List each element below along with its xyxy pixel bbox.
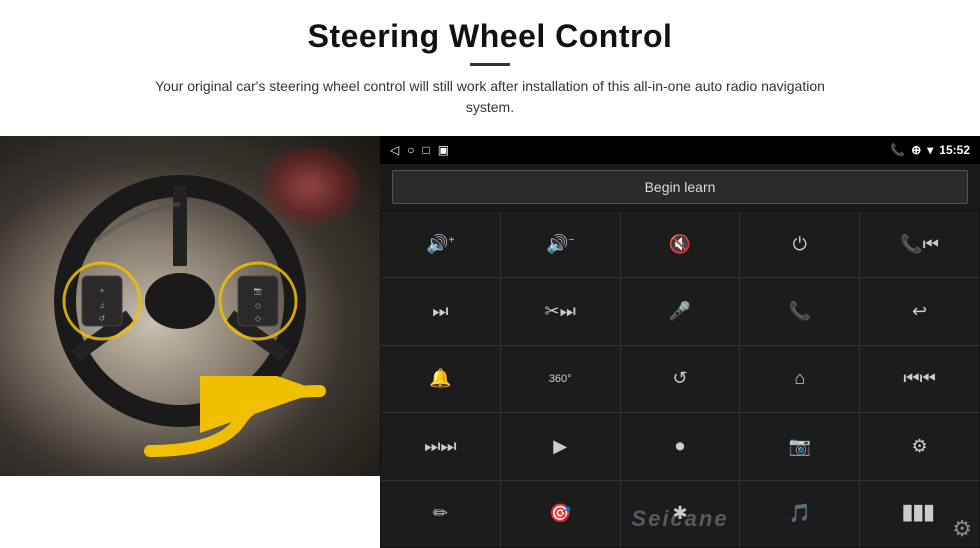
bluetooth-button[interactable]: ✱ [621, 481, 740, 547]
time-display: 15:52 [939, 143, 970, 157]
home-icon: ○ [407, 143, 414, 157]
mute-button[interactable]: 🔇 [621, 211, 740, 277]
rewind-icon: ⏮⏮ [903, 368, 935, 389]
target-button[interactable]: 🎯 [501, 481, 620, 547]
android-screen: ◁ ○ □ ▣ 📞 ⊕ ▾ 15:52 Begin learn [380, 136, 980, 548]
svg-text:♫: ♫ [99, 301, 105, 310]
mute-icon: 🔇 [669, 234, 691, 255]
volume-up-icon: 🔊+ [426, 234, 454, 255]
home-nav-icon: ⌂ [794, 368, 805, 389]
camera-icon: 📷 [789, 436, 811, 457]
gps-icon: ⊕ [911, 143, 921, 157]
settings-ctrl-button[interactable]: ⚙ [860, 413, 979, 479]
prev-end-icon: 📞⏮ [900, 234, 939, 255]
recents-icon: □ [422, 143, 429, 157]
page-title: Steering Wheel Control [60, 18, 920, 55]
edit-icon: ✏ [433, 503, 448, 524]
title-divider [470, 63, 510, 66]
call-icon: 📞 [789, 301, 811, 322]
phone-icon: 📞 [890, 143, 905, 157]
360-button[interactable]: 360° [501, 346, 620, 412]
mic-button[interactable]: 🎤 [621, 278, 740, 344]
begin-learn-bar: Begin learn [380, 164, 980, 210]
navigate-button[interactable]: ▶ [501, 413, 620, 479]
gear-icon[interactable]: ⚙ [952, 516, 972, 542]
back-nav-icon: ↺ [672, 368, 687, 389]
content-area: + ♫ ↺ 📷 ◇ ◇ [0, 136, 980, 548]
svg-text:◇: ◇ [255, 301, 262, 310]
music-settings-button[interactable]: 🎵 [740, 481, 859, 547]
status-left: ◁ ○ □ ▣ [390, 143, 449, 157]
volume-down-button[interactable]: 🔊− [501, 211, 620, 277]
next-button[interactable]: ⏭ [381, 278, 500, 344]
subtitle: Your original car's steering wheel contr… [130, 76, 850, 118]
back-icon: ◁ [390, 143, 399, 157]
settings-ctrl-icon: ⚙ [912, 436, 928, 457]
begin-learn-button[interactable]: Begin learn [392, 170, 968, 204]
skip-button[interactable]: ⏭⏭ [381, 413, 500, 479]
power-icon: ⏻ [793, 234, 807, 255]
hang-up-icon: ↩ [912, 301, 927, 322]
svg-text:📷: 📷 [254, 287, 263, 295]
prev-end-button[interactable]: 📞⏮ [860, 211, 979, 277]
page: Steering Wheel Control Your original car… [0, 0, 980, 548]
next-icon: ⏭ [432, 301, 448, 322]
fast-forward-icon: ✂⏭ [545, 301, 576, 322]
equalizer-icon: ▊▊▊ [903, 505, 935, 522]
wifi-icon: ▾ [927, 143, 933, 157]
power-button[interactable]: ⏻ [740, 211, 859, 277]
volume-down-icon: 🔊− [546, 234, 574, 255]
svg-text:↺: ↺ [99, 314, 106, 323]
alert-button[interactable]: 🔔 [381, 346, 500, 412]
rewind-button[interactable]: ⏮⏮ [860, 346, 979, 412]
home-nav-button[interactable]: ⌂ [740, 346, 859, 412]
svg-text:◇: ◇ [255, 314, 262, 323]
car-image: + ♫ ↺ 📷 ◇ ◇ [0, 136, 380, 476]
360-icon: 360° [549, 373, 572, 385]
edit-button[interactable]: ✏ [381, 481, 500, 547]
status-bar: ◁ ○ □ ▣ 📞 ⊕ ▾ 15:52 [380, 136, 980, 164]
eject-icon: ⏺ [675, 436, 684, 457]
volume-up-button[interactable]: 🔊+ [381, 211, 500, 277]
fast-forward-button[interactable]: ✂⏭ [501, 278, 620, 344]
arrow-svg [140, 376, 340, 466]
eject-button[interactable]: ⏺ [621, 413, 740, 479]
hang-up-button[interactable]: ↩ [860, 278, 979, 344]
controls-grid: 🔊+ 🔊− 🔇 ⏻ 📞⏮ ⏭ ✂⏭ [381, 211, 979, 547]
target-icon: 🎯 [549, 503, 571, 524]
navigate-icon: ▶ [553, 436, 567, 457]
camera-button[interactable]: 📷 [740, 413, 859, 479]
battery-icon: ▣ [438, 143, 449, 157]
alert-icon: 🔔 [429, 368, 451, 389]
back-nav-button[interactable]: ↺ [621, 346, 740, 412]
skip-icon: ⏭⏭ [424, 436, 456, 457]
status-right: 📞 ⊕ ▾ 15:52 [890, 143, 970, 157]
music-settings-icon: 🎵 [789, 503, 811, 524]
bluetooth-icon: ✱ [672, 503, 687, 524]
call-button[interactable]: 📞 [740, 278, 859, 344]
svg-text:+: + [100, 286, 105, 295]
header: Steering Wheel Control Your original car… [0, 0, 980, 128]
mic-icon: 🎤 [669, 301, 691, 322]
